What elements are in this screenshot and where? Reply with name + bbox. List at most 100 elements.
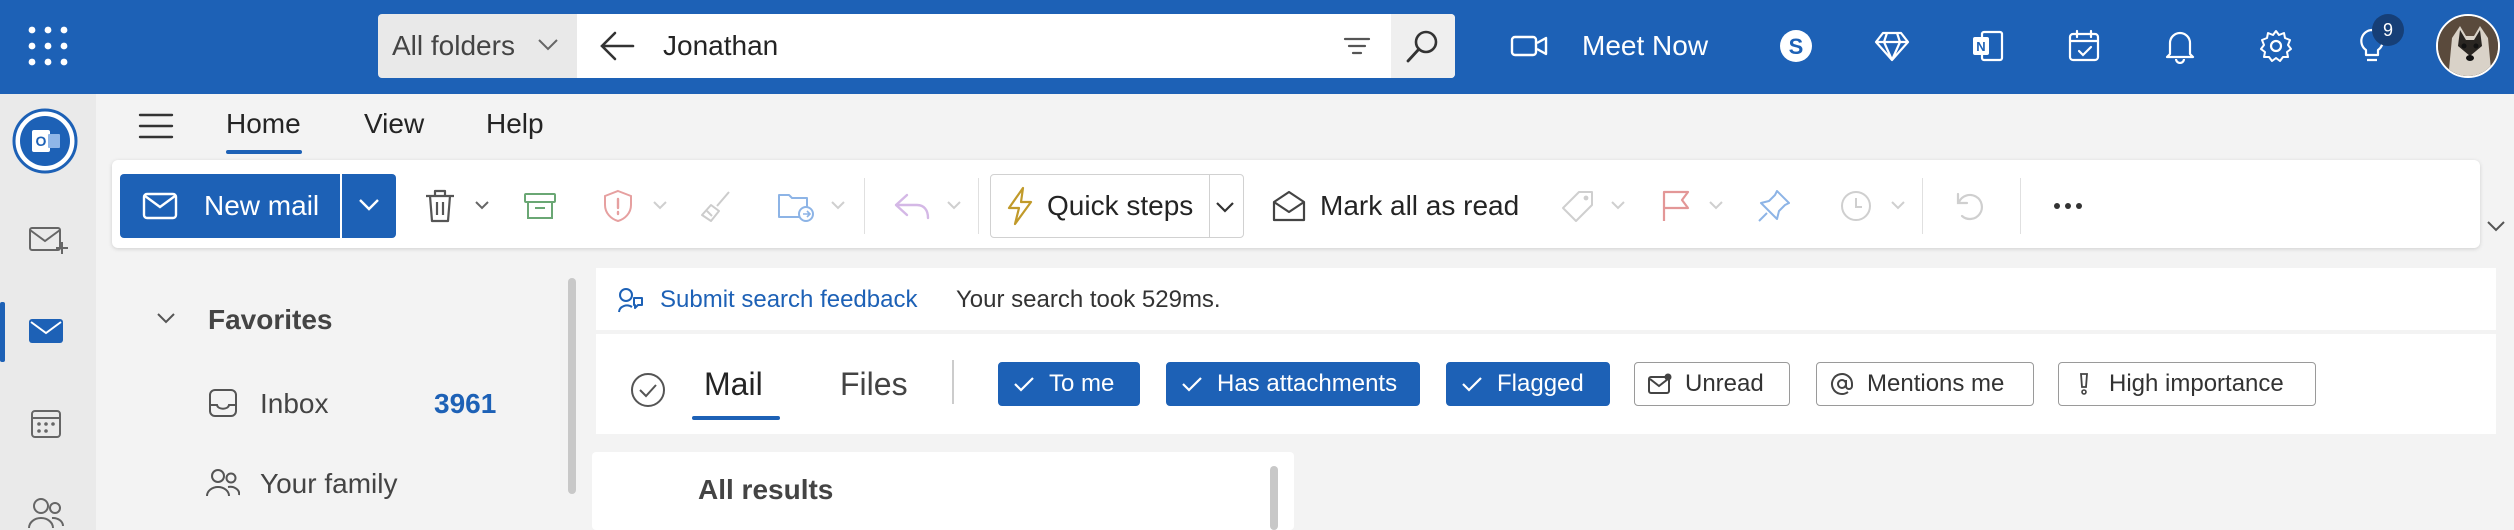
results-header: All results xyxy=(698,474,834,505)
filter-chip-has-attachments[interactable]: Has attachments xyxy=(1166,362,1420,406)
tab-home[interactable]: Home xyxy=(226,108,301,140)
gear-icon[interactable] xyxy=(2250,20,2302,72)
sweep-broom-icon[interactable] xyxy=(696,186,736,226)
chevron-down-icon[interactable] xyxy=(830,200,846,210)
chevron-down-icon[interactable] xyxy=(1610,200,1626,210)
tab-mail[interactable]: Mail xyxy=(704,366,763,403)
filter-chip-flagged[interactable]: Flagged xyxy=(1446,362,1610,406)
archive-icon[interactable] xyxy=(520,186,560,226)
envelope-icon xyxy=(142,192,178,220)
chevron-down-icon[interactable] xyxy=(156,312,176,324)
search-box[interactable] xyxy=(577,14,1455,78)
search-input[interactable] xyxy=(663,26,1263,66)
chevron-down-icon[interactable] xyxy=(1890,200,1906,210)
svg-text:N: N xyxy=(1976,39,1985,54)
group-people-icon xyxy=(206,468,240,498)
my-day-calendar-icon[interactable] xyxy=(2058,20,2110,72)
search-scope-dropdown[interactable]: All folders xyxy=(378,14,577,78)
ribbon-divider xyxy=(864,178,865,234)
skype-icon[interactable]: S xyxy=(1770,20,1822,72)
mail-icon[interactable] xyxy=(28,316,64,346)
filter-chip-high-importance[interactable]: High importance xyxy=(2058,362,2316,406)
chevron-down-icon xyxy=(537,38,559,52)
pin-icon[interactable] xyxy=(1754,186,1794,226)
outlook-logo-icon[interactable]: O xyxy=(12,108,78,174)
filter-chip-mentions-me[interactable]: Mentions me xyxy=(1816,362,2034,406)
quick-steps-button[interactable]: Quick steps xyxy=(990,174,1244,238)
svg-text:S: S xyxy=(1789,34,1804,59)
hamburger-menu-icon[interactable] xyxy=(138,112,174,140)
folder-inbox[interactable]: Inbox xyxy=(260,388,329,420)
inbox-unread-count: 3961 xyxy=(434,388,497,419)
mark-all-as-read-button[interactable]: Mark all as read xyxy=(1272,186,1519,226)
filter-chip-unread[interactable]: Unread xyxy=(1634,362,1790,406)
new-mail-dropdown-button[interactable] xyxy=(342,174,396,238)
select-all-checkbox-icon[interactable] xyxy=(630,372,666,408)
move-to-folder-icon[interactable] xyxy=(776,186,816,226)
checkmark-icon xyxy=(1167,376,1217,392)
video-camera-icon xyxy=(1510,33,1548,59)
flag-icon[interactable] xyxy=(1656,186,1696,226)
split-divider xyxy=(1209,175,1210,237)
results-scrollbar[interactable] xyxy=(1270,466,1278,530)
chevron-down-icon xyxy=(358,198,380,212)
ribbon-divider xyxy=(2020,178,2021,234)
ribbon-collapse-chevron-icon[interactable] xyxy=(2486,220,2506,232)
more-options-icon[interactable] xyxy=(2048,186,2088,226)
svg-text:O: O xyxy=(36,133,47,149)
search-button[interactable] xyxy=(1391,14,1455,78)
checkmark-icon xyxy=(999,376,1049,392)
exclamation-icon xyxy=(2059,372,2109,396)
chevron-down-icon[interactable] xyxy=(474,200,490,210)
chevron-down-icon[interactable] xyxy=(1215,201,1235,213)
lightning-icon xyxy=(1005,186,1035,226)
search-scope-label: All folders xyxy=(392,30,515,61)
inbox-icon xyxy=(208,388,238,418)
onenote-feed-icon[interactable]: N xyxy=(1962,20,2014,72)
notification-badge: 9 xyxy=(2372,14,2404,46)
calendar-icon[interactable] xyxy=(30,408,62,440)
report-shield-icon[interactable] xyxy=(598,186,638,226)
meet-now-label: Meet Now xyxy=(1582,30,1709,61)
meet-now-button[interactable]: Meet Now xyxy=(1510,22,1708,70)
checkmark-icon xyxy=(1447,376,1497,392)
chevron-down-icon[interactable] xyxy=(946,200,962,210)
feedback-icon xyxy=(616,286,644,314)
ribbon-divider xyxy=(978,178,979,234)
premium-diamond-icon[interactable] xyxy=(1866,20,1918,72)
reply-icon[interactable] xyxy=(892,186,932,226)
rail-active-indicator xyxy=(0,302,5,362)
tab-mail-indicator xyxy=(692,416,780,420)
tab-files[interactable]: Files xyxy=(840,366,908,403)
open-envelope-icon xyxy=(1272,190,1306,222)
ribbon-divider xyxy=(1922,178,1923,234)
avatar[interactable] xyxy=(2436,14,2500,78)
new-mail-label: New mail xyxy=(204,190,320,221)
search-timing-text: Your search took 529ms. xyxy=(956,286,1221,313)
folder-pane-scrollbar[interactable] xyxy=(568,278,576,494)
chevron-down-icon[interactable] xyxy=(652,200,668,210)
tab-help[interactable]: Help xyxy=(486,108,544,140)
folder-your-family[interactable]: Your family xyxy=(260,468,397,500)
quick-steps-label: Quick steps xyxy=(1047,190,1194,221)
mark-all-as-read-label: Mark all as read xyxy=(1320,190,1520,221)
tab-view[interactable]: View xyxy=(364,108,424,140)
people-icon[interactable] xyxy=(28,496,64,530)
new-mail-rail-icon[interactable] xyxy=(28,224,68,256)
tag-icon[interactable] xyxy=(1558,186,1598,226)
favorites-header[interactable]: Favorites xyxy=(208,304,333,336)
back-arrow-icon[interactable] xyxy=(599,30,635,62)
delete-icon[interactable] xyxy=(420,186,460,226)
filter-chip-to-me[interactable]: To me xyxy=(998,362,1140,406)
bell-icon[interactable] xyxy=(2154,20,2206,72)
filter-icon[interactable] xyxy=(1343,34,1371,58)
chevron-down-icon[interactable] xyxy=(1708,200,1724,210)
snooze-clock-icon[interactable] xyxy=(1836,186,1876,226)
undo-icon[interactable] xyxy=(1950,186,1990,226)
unread-envelope-icon xyxy=(1635,373,1685,395)
at-sign-icon xyxy=(1817,372,1867,396)
submit-search-feedback-link[interactable]: Submit search feedback xyxy=(660,286,917,314)
app-launcher-icon[interactable] xyxy=(26,24,70,68)
new-mail-button[interactable]: New mail xyxy=(120,174,340,238)
search-icon xyxy=(1405,28,1441,64)
